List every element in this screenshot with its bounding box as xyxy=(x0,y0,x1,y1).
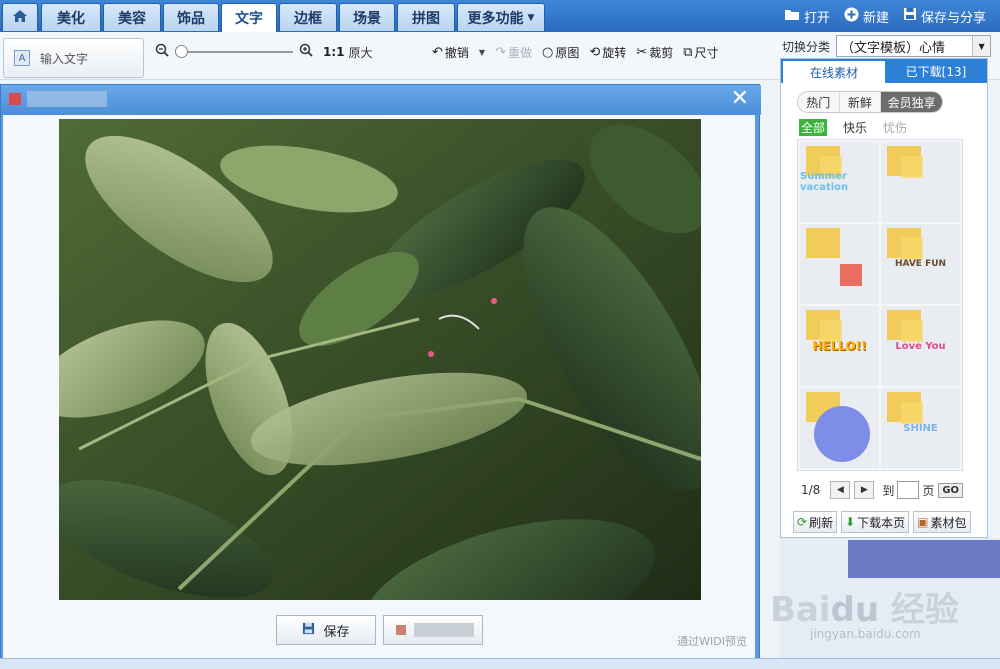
text-input-button[interactable]: A 输入文字 xyxy=(3,38,144,78)
secondary-button[interactable] xyxy=(383,615,483,645)
tab-border[interactable]: 边框 xyxy=(279,3,337,31)
subfilter-happy[interactable]: 快乐 xyxy=(843,119,867,136)
tab-decor[interactable]: 饰品 xyxy=(163,3,219,31)
filter-pills: 热门 新鲜 会员独享 xyxy=(797,91,943,113)
filter-hot[interactable]: 热门 xyxy=(798,92,840,112)
zoom-slider[interactable] xyxy=(175,45,293,58)
dialog-body: 保存 通过WIDI预览 xyxy=(3,115,755,660)
sticker-item[interactable]: Love You xyxy=(881,306,960,386)
home-icon xyxy=(12,9,28,27)
pager: 1/8 ◀ ▶ 到 页 GO xyxy=(801,481,964,499)
tab-scene[interactable]: 场景 xyxy=(339,3,395,31)
close-icon[interactable]: ✕ xyxy=(731,87,749,111)
resize-button[interactable]: ⧉ 尺寸 xyxy=(683,44,718,61)
redo-icon: ↷ xyxy=(495,44,506,60)
tab-downloaded[interactable]: 已下载[13] xyxy=(885,59,987,83)
app-logo-icon xyxy=(9,93,21,105)
dialog-titlebar[interactable]: ✕ xyxy=(1,85,761,115)
app-logo-icon xyxy=(396,625,406,635)
sticker-item[interactable]: HELLO!! xyxy=(800,306,879,386)
sticker-item[interactable]: HAVE FUN xyxy=(881,224,960,304)
blurred-tile xyxy=(848,540,1000,578)
zoom-control: 1:1 原大 xyxy=(155,42,373,62)
subfilter-all[interactable]: 全部 xyxy=(799,119,828,136)
home-tab[interactable] xyxy=(2,3,38,31)
tab-online-materials[interactable]: 在线素材 xyxy=(783,61,885,83)
dropdown-arrow-icon[interactable]: ▼ xyxy=(972,36,991,56)
rotate-icon: ⟲ xyxy=(589,44,601,60)
bottom-bar xyxy=(0,658,1000,669)
next-page-icon[interactable]: ▶ xyxy=(854,481,875,499)
tab-beauty[interactable]: 美容 xyxy=(103,3,161,31)
watermark-logo: Baidu 经验 jingyan.baidu.com xyxy=(770,590,959,641)
preview-image xyxy=(59,119,701,600)
preview-footnote: 通过WIDI预览 xyxy=(677,635,747,648)
floppy-icon xyxy=(302,622,315,639)
sticker-item[interactable]: SHINE xyxy=(881,388,960,468)
sticker-circle xyxy=(814,406,870,462)
download-icon: ⬇ xyxy=(845,515,856,529)
tab-more-features[interactable]: 更多功能 ▼ xyxy=(457,3,545,31)
plus-circle-icon xyxy=(844,7,859,26)
sticker-item[interactable]: Summer vacation xyxy=(800,142,879,222)
blurred-label xyxy=(414,623,474,637)
zoom-slider-thumb[interactable] xyxy=(175,45,188,58)
sticker-item[interactable] xyxy=(881,142,960,222)
page-number-input[interactable] xyxy=(897,481,920,499)
original-image-button[interactable]: ○ 原图 xyxy=(542,44,579,61)
zoom-out-icon[interactable] xyxy=(155,43,169,61)
text-a-icon: A xyxy=(14,50,30,66)
undo-icon: ↶ xyxy=(432,44,443,60)
tab-text[interactable]: 文字 xyxy=(221,3,277,32)
blurred-title xyxy=(27,91,107,107)
filter-new[interactable]: 新鲜 xyxy=(839,92,882,112)
sticker-item[interactable] xyxy=(800,224,879,304)
open-button[interactable]: 打开 xyxy=(784,7,830,26)
redo-button[interactable]: ↷ 重做 xyxy=(495,44,532,61)
package-icon: ▣ xyxy=(917,515,929,529)
refresh-button[interactable]: ⟳ 刷新 xyxy=(793,511,838,533)
original-size-label[interactable]: 原大 xyxy=(349,44,373,61)
sticker-grid: Summer vacation HAVE FUN HELLO!! Love Yo… xyxy=(797,139,963,471)
go-button[interactable]: GO xyxy=(938,482,964,498)
preview-dialog: ✕ 保存 通过WIDI预览 xyxy=(0,84,761,663)
caret-down-icon: ▼ xyxy=(527,12,535,23)
panel-actions: ⟳ 刷新 ⬇ 下载本页 ▣ 素材包 xyxy=(793,511,975,533)
tab-beautify[interactable]: 美化 xyxy=(41,3,101,31)
tab-collage[interactable]: 拼图 xyxy=(397,3,455,31)
save-share-button[interactable]: 保存与分享 xyxy=(903,7,986,26)
undo-button[interactable]: ↶ 撤销 ▼ xyxy=(432,44,485,61)
material-panel: 在线素材 已下载[13] 热门 新鲜 会员独享 全部 快乐 忧伤 Summer … xyxy=(780,58,988,538)
sticker-item[interactable] xyxy=(800,388,879,468)
refresh-icon: ⟳ xyxy=(797,515,808,529)
category-switch: 切换分类 （文字模板）心情 ▼ xyxy=(782,34,992,58)
folder-icon xyxy=(784,8,800,25)
circle-icon: ○ xyxy=(542,44,554,60)
zoom-ratio-button[interactable]: 1:1 xyxy=(323,45,345,59)
category-select[interactable]: （文字模板）心情 ▼ xyxy=(836,35,992,57)
crop-button[interactable]: ✂ 裁剪 xyxy=(636,44,673,61)
zoom-in-icon[interactable] xyxy=(299,43,313,61)
material-pack-button[interactable]: ▣ 素材包 xyxy=(913,511,971,533)
scissors-icon: ✂ xyxy=(636,44,648,60)
new-button[interactable]: 新建 xyxy=(844,7,889,26)
page-indicator: 1/8 xyxy=(801,483,821,497)
floppy-icon xyxy=(903,7,917,25)
subfilter-row: 全部 快乐 忧伤 xyxy=(799,119,987,136)
save-button[interactable]: 保存 xyxy=(276,615,376,645)
resize-icon: ⧉ xyxy=(683,44,693,60)
filter-vip[interactable]: 会员独享 xyxy=(881,92,942,112)
prev-page-icon[interactable]: ◀ xyxy=(830,481,851,499)
subfilter-sad[interactable]: 忧伤 xyxy=(883,119,907,136)
rotate-button[interactable]: ⟲ 旋转 xyxy=(589,44,626,61)
caret-down-icon[interactable]: ▼ xyxy=(479,48,485,57)
top-nav: 美化 美容 饰品 文字 边框 场景 拼图 更多功能 ▼ 打开 新建 保存与分享 xyxy=(0,0,1000,32)
download-page-button[interactable]: ⬇ 下载本页 xyxy=(841,511,910,533)
edit-tools: ↶ 撤销 ▼ ↷ 重做 ○ 原图 ⟲ 旋转 ✂ 裁剪 ⧉ 尺寸 xyxy=(432,42,729,62)
